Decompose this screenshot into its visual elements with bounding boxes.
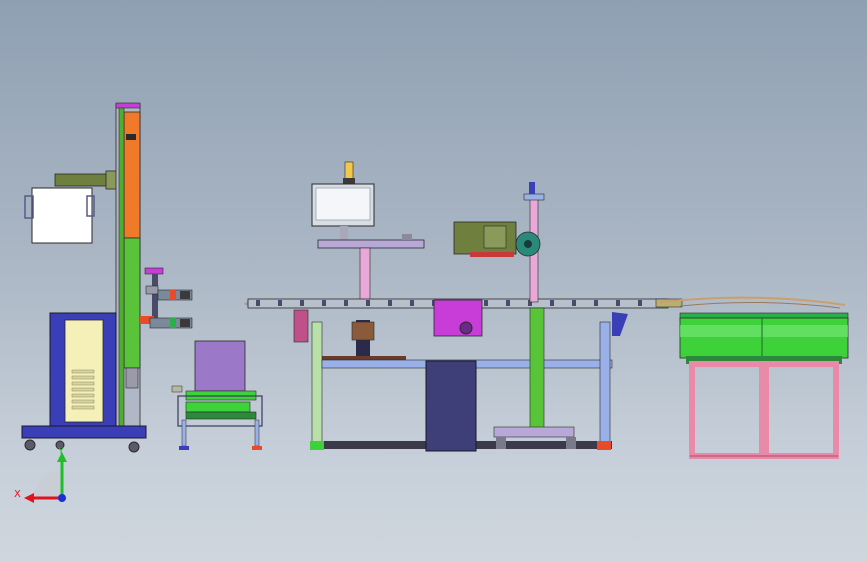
tool-head (140, 267, 193, 329)
camera-post-top (523, 193, 545, 201)
cabinet-vents (71, 369, 95, 410)
lift-robot-unit (21, 102, 193, 453)
z-axis-dot (58, 494, 66, 502)
feed-cart (171, 340, 263, 450)
cart-leg-left (181, 419, 187, 447)
hmi-monitor-screen (315, 187, 371, 221)
cart-handle (171, 385, 183, 393)
rotary-table (659, 296, 849, 459)
column-lower-block (125, 367, 139, 389)
x-axis-head (24, 493, 34, 503)
cart-foot-right (252, 446, 262, 450)
hanging-box (31, 187, 93, 244)
coordinate-triad: Y X (14, 446, 67, 503)
table-side-brace-right (612, 312, 628, 336)
drum-body (679, 317, 849, 359)
column-green (123, 237, 141, 369)
cart-leg-right (254, 419, 260, 447)
assembly-drawing: Y X (14, 102, 849, 503)
x-axis-label: X (14, 489, 21, 500)
print-unit-red-base (470, 252, 514, 257)
post-base (322, 356, 406, 360)
drum-highlight (680, 325, 848, 337)
column-orange (123, 111, 141, 239)
conveyor-station (244, 161, 683, 452)
drive-motor-box (433, 299, 483, 337)
y-axis-label: Y (57, 446, 65, 457)
support-foot-right (566, 437, 576, 449)
column-rail (118, 103, 125, 427)
foot-left (310, 441, 324, 450)
monitor-post (359, 247, 371, 307)
reel-hub (524, 240, 532, 248)
shelf-bracket (402, 234, 412, 240)
take-off-arm-inner (679, 301, 841, 309)
column-marker (126, 134, 136, 140)
stand-frame-left (689, 361, 765, 459)
table-side-brace-left (293, 309, 309, 343)
cart-roller-low (185, 411, 257, 420)
cad-viewport[interactable]: Y X (0, 0, 867, 562)
navy-cabinet (425, 360, 477, 452)
table-leg-right (599, 321, 611, 447)
drive-gear (459, 321, 473, 335)
monitor-post-ring (351, 321, 375, 341)
caster-left (24, 439, 36, 451)
column-cap (115, 102, 141, 109)
support-base (493, 426, 575, 438)
cart-back-panel (194, 340, 246, 392)
caster-right (128, 441, 140, 453)
triad-xy-plane (34, 470, 62, 498)
support-foot-left (496, 437, 506, 449)
take-off-arm (659, 296, 846, 306)
support-column (529, 307, 545, 429)
stand-frame-right (763, 361, 839, 459)
cart-roller-mid (185, 401, 251, 413)
cart-foot-left (179, 446, 189, 450)
monitor-stand (340, 226, 348, 240)
print-unit-panel (483, 225, 507, 249)
base-plate (21, 425, 147, 439)
foot-right (597, 441, 611, 450)
table-leg-left (311, 321, 323, 447)
status-light-base (343, 178, 355, 184)
camera-post-cap (529, 182, 535, 194)
keyboard-shelf (317, 239, 425, 249)
